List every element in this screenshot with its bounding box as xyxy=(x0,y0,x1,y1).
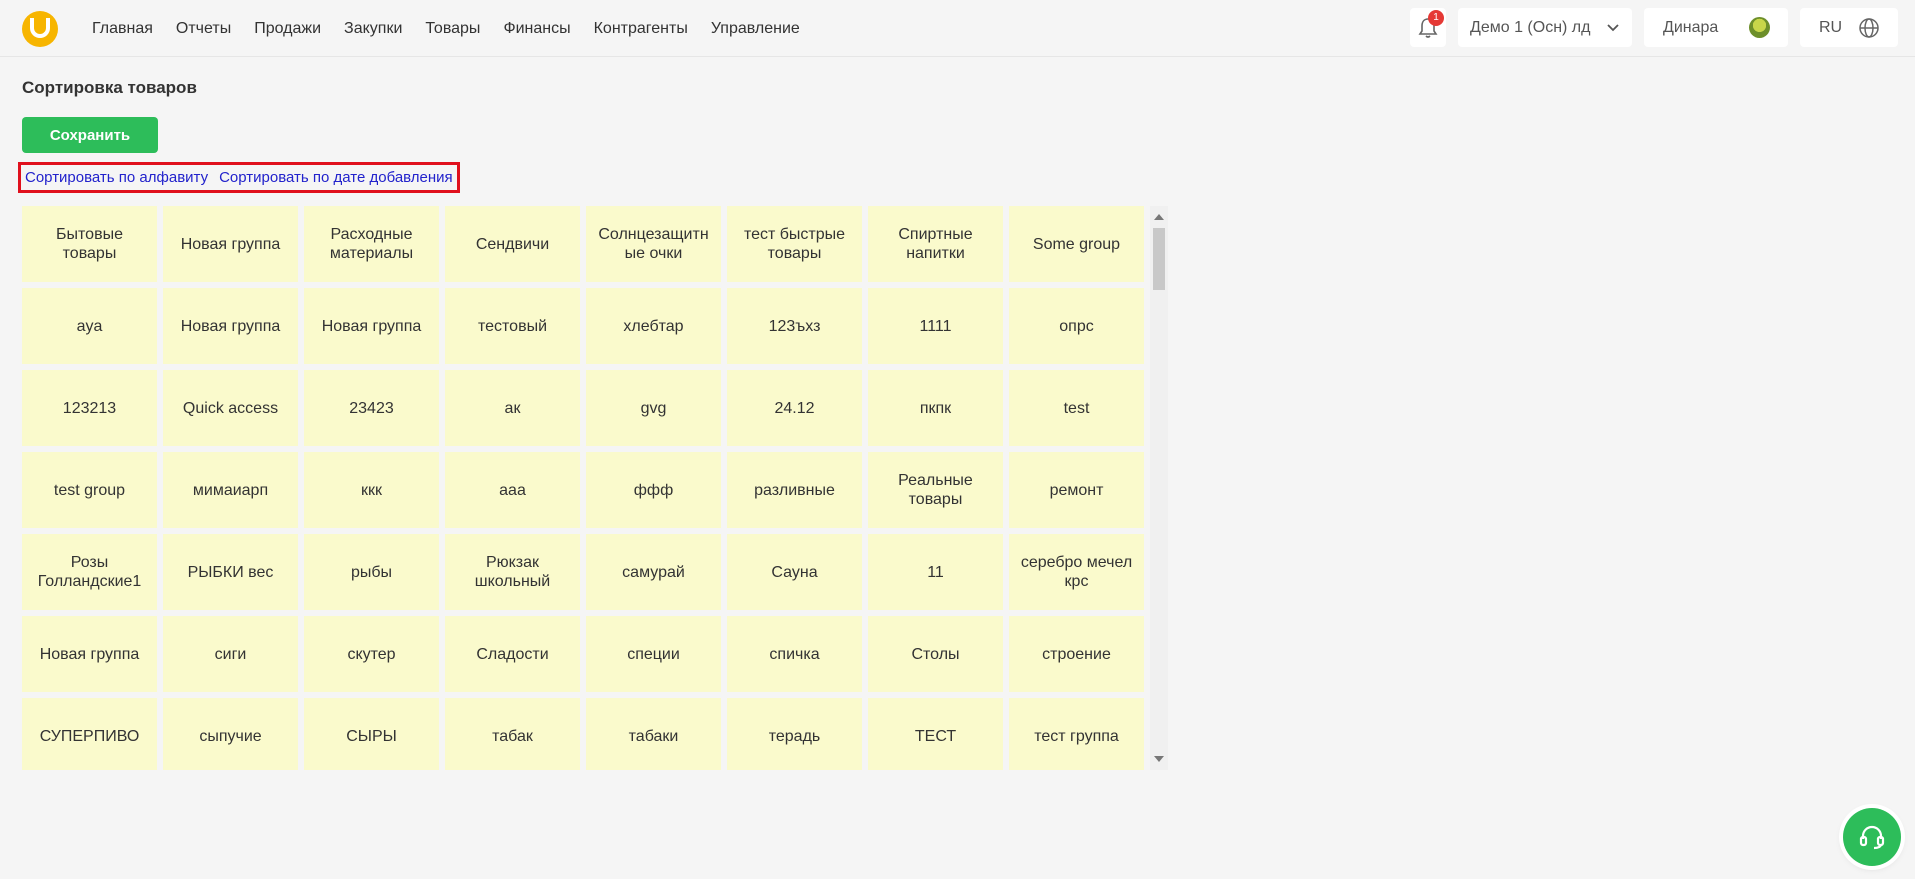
notifications-button[interactable]: 1 xyxy=(1410,8,1446,47)
group-tile[interactable]: серебро мечел крс xyxy=(1009,534,1144,610)
group-tile[interactable]: СУПЕРПИВО xyxy=(22,698,157,770)
group-tile[interactable]: спичка xyxy=(727,616,862,692)
group-tile[interactable]: Розы Голландские1 xyxy=(22,534,157,610)
sort-options: Сортировать по алфавиту Сортировать по д… xyxy=(18,162,460,193)
nav-item[interactable]: Продажи xyxy=(254,20,321,38)
group-tile[interactable]: Some group xyxy=(1009,206,1144,282)
group-grid: Бытовые товары Новая группа Расходные мате… xyxy=(22,206,1170,770)
group-tile[interactable]: ремонт xyxy=(1009,452,1144,528)
group-tile[interactable]: Спиртные напитки xyxy=(868,206,1003,282)
grid-scrollbar[interactable] xyxy=(1150,206,1168,770)
group-tile[interactable]: Солнцезащитн ые очки xyxy=(586,206,721,282)
globe-icon xyxy=(1859,18,1879,38)
group-tile[interactable]: табаки xyxy=(586,698,721,770)
group-tile[interactable]: Бытовые товары xyxy=(22,206,157,282)
group-tile[interactable]: Сладости xyxy=(445,616,580,692)
group-tile[interactable]: Quick access xyxy=(163,370,298,446)
group-tile[interactable]: gvg xyxy=(586,370,721,446)
language-code: RU xyxy=(1819,18,1843,36)
group-tile[interactable]: 23423 xyxy=(304,370,439,446)
group-tile[interactable]: Столы xyxy=(868,616,1003,692)
group-tile[interactable]: aya xyxy=(22,288,157,364)
group-tile[interactable]: Рюкзак школьный xyxy=(445,534,580,610)
nav-item[interactable]: Контрагенты xyxy=(594,20,688,38)
sort-alphabetical-link[interactable]: Сортировать по алфавиту xyxy=(25,169,208,186)
group-tile[interactable]: сиги xyxy=(163,616,298,692)
group-tile[interactable]: строение xyxy=(1009,616,1144,692)
sort-by-date-link[interactable]: Сортировать по дате добавления xyxy=(219,169,453,186)
group-tile[interactable]: Новая группа xyxy=(163,206,298,282)
user-name: Динара xyxy=(1663,18,1719,36)
group-tile[interactable]: опрс xyxy=(1009,288,1144,364)
group-tile[interactable]: мимаиарп xyxy=(163,452,298,528)
group-tile[interactable]: ааа xyxy=(445,452,580,528)
save-button[interactable]: Сохранить xyxy=(22,117,158,153)
group-tile[interactable]: test xyxy=(1009,370,1144,446)
group-tile[interactable]: 123213 xyxy=(22,370,157,446)
avatar xyxy=(1749,17,1770,38)
page-title: Сортировка товаров xyxy=(22,78,197,97)
support-chat-button[interactable] xyxy=(1843,808,1901,866)
group-tile[interactable]: ак xyxy=(445,370,580,446)
top-bar: Главная Отчеты Продажи Закупки Товары Финансы… xyxy=(0,0,1915,57)
group-tile[interactable]: Новая группа xyxy=(163,288,298,364)
group-tile[interactable]: СЫРЫ xyxy=(304,698,439,770)
group-tile[interactable]: test group xyxy=(22,452,157,528)
group-tile[interactable]: ффф xyxy=(586,452,721,528)
group-tile[interactable]: самурай xyxy=(586,534,721,610)
language-selector[interactable]: RU xyxy=(1800,8,1898,47)
group-tile[interactable]: Новая группа xyxy=(22,616,157,692)
group-tile[interactable]: Реальные товары xyxy=(868,452,1003,528)
group-tile[interactable]: 11 xyxy=(868,534,1003,610)
scroll-down-arrow-icon[interactable] xyxy=(1154,756,1164,762)
scroll-up-arrow-icon[interactable] xyxy=(1154,214,1164,220)
scrollbar-thumb[interactable] xyxy=(1153,228,1165,290)
group-tile[interactable]: тестовый xyxy=(445,288,580,364)
nav-item[interactable]: Финансы xyxy=(503,20,570,38)
group-tile[interactable]: хлебтар xyxy=(586,288,721,364)
user-menu[interactable]: Динара xyxy=(1644,8,1788,47)
group-tile[interactable]: тест группа xyxy=(1009,698,1144,770)
group-tile[interactable]: табак xyxy=(445,698,580,770)
group-tile[interactable]: специи xyxy=(586,616,721,692)
group-tile[interactable]: Сауна xyxy=(727,534,862,610)
headset-icon xyxy=(1859,825,1885,850)
nav-item[interactable]: Закупки xyxy=(344,20,402,38)
group-tile[interactable]: 123ъхз xyxy=(727,288,862,364)
group-tile[interactable]: рыбы xyxy=(304,534,439,610)
group-tile[interactable]: 24.12 xyxy=(727,370,862,446)
group-tile[interactable]: Расходные материалы xyxy=(304,206,439,282)
chevron-down-icon xyxy=(1607,24,1619,32)
nav-item[interactable]: Управление xyxy=(711,20,800,38)
group-tile[interactable]: Сендвичи xyxy=(445,206,580,282)
group-grid-container: Бытовые товары Новая группа Расходные мате… xyxy=(22,206,1170,770)
notification-badge: 1 xyxy=(1428,10,1444,26)
group-tile[interactable]: сыпучие xyxy=(163,698,298,770)
group-tile[interactable]: Новая группа xyxy=(304,288,439,364)
group-tile[interactable]: ккк xyxy=(304,452,439,528)
nav-item[interactable]: Товары xyxy=(425,20,480,38)
group-tile[interactable]: ТЕСТ xyxy=(868,698,1003,770)
group-tile[interactable]: 1111 xyxy=(868,288,1003,364)
group-tile[interactable]: скутер xyxy=(304,616,439,692)
org-selector[interactable]: Демо 1 (Осн) лд xyxy=(1458,8,1632,47)
group-tile[interactable]: терадь xyxy=(727,698,862,770)
logo[interactable] xyxy=(22,11,58,47)
org-name: Демо 1 (Осн) лд xyxy=(1470,18,1591,36)
group-tile[interactable]: РЫБКИ вес xyxy=(163,534,298,610)
group-tile[interactable]: пкпк xyxy=(868,370,1003,446)
nav-item[interactable]: Главная xyxy=(92,20,153,38)
group-tile[interactable]: разливные xyxy=(727,452,862,528)
main-nav: Главная Отчеты Продажи Закупки Товары Финансы… xyxy=(92,0,823,57)
nav-item[interactable]: Отчеты xyxy=(176,20,231,38)
group-tile[interactable]: тест быстрые товары xyxy=(727,206,862,282)
